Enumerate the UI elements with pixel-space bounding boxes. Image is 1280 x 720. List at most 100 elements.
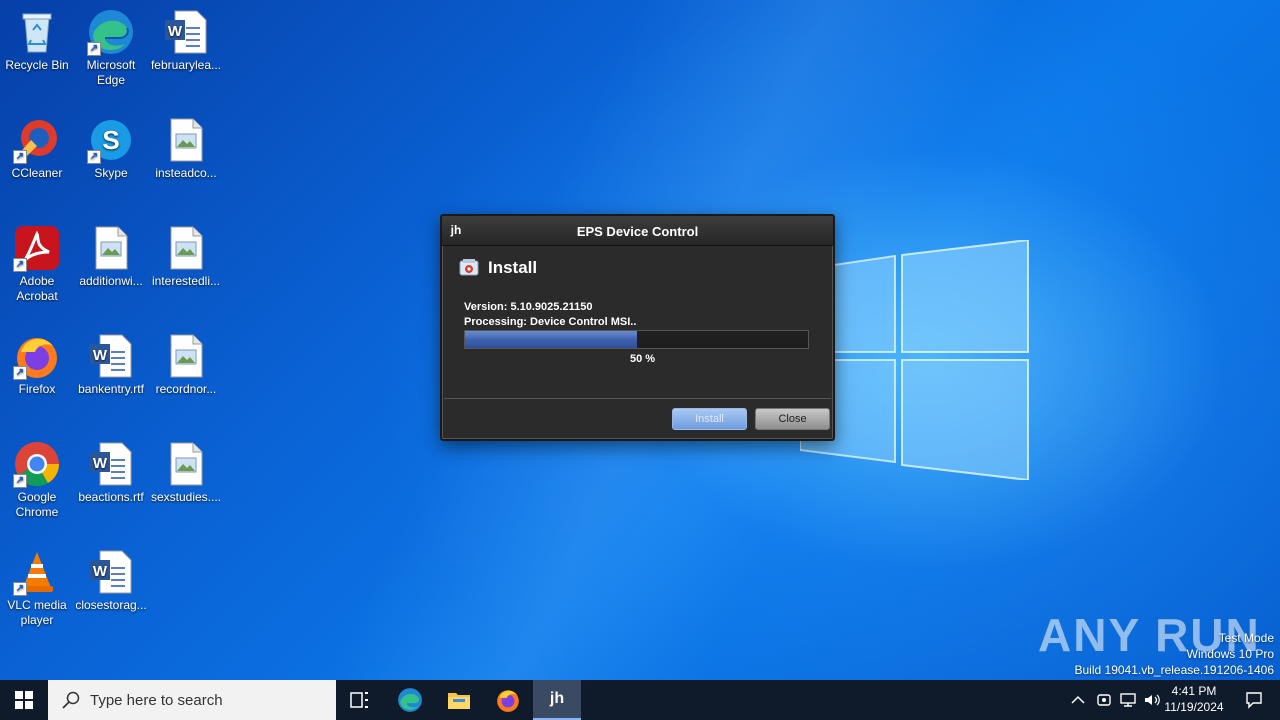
clock-time: 4:41 PM [1171, 684, 1217, 698]
desktop-icon-label: additionwi... [79, 274, 143, 288]
progress-percent: 50 % [629, 353, 656, 365]
desktop-icon-bankentry[interactable]: W bankentry.rtf [74, 332, 148, 397]
notification-center-button[interactable] [1234, 680, 1274, 720]
desktop-icon-label: closestorag... [75, 598, 147, 612]
desktop-icon-label: Skype [94, 166, 128, 180]
desktop-icon-label: recordnor... [155, 382, 217, 396]
desktop-icon-februarylea[interactable]: W februarylea... [149, 8, 223, 73]
firefox-icon: ↗ [13, 332, 61, 380]
desktop-icon-label: sexstudies.... [150, 490, 222, 504]
svg-text:W: W [168, 23, 183, 40]
install-progress-bar [464, 330, 809, 349]
jh-app-icon: jh [549, 690, 565, 707]
desktop-icon-interestedli[interactable]: interestedli... [149, 224, 223, 289]
start-button[interactable] [0, 680, 48, 720]
taskbar-file-explorer[interactable] [435, 680, 483, 720]
desktop-icon-label: beactions.rtf [78, 490, 144, 504]
desktop-icon-label: VLC media player [7, 598, 67, 627]
image-file-icon [162, 440, 210, 488]
svg-text:W: W [93, 455, 108, 472]
svg-text:S: S [102, 125, 119, 155]
taskbar-jh-app[interactable]: jh [533, 680, 581, 720]
dialog-divider [444, 398, 831, 399]
desktop-icon-sexstudies[interactable]: sexstudies.... [149, 440, 223, 505]
desktop-icon-label: bankentry.rtf [78, 382, 144, 396]
build-text: Build 19041.vb_release.191206-1406 [1074, 663, 1275, 677]
system-tray [1068, 680, 1164, 720]
close-button[interactable]: Close [755, 408, 830, 430]
installer-icon [459, 259, 479, 276]
word-doc-icon: W [87, 440, 135, 488]
desktop-icon-label: CCleaner [11, 166, 63, 180]
desktop-icon-label: Microsoft Edge [86, 58, 136, 87]
install-heading: Install [458, 256, 537, 280]
dialog-heading: Install [488, 258, 538, 277]
processing-text: Processing: Device Control MSI.. [464, 316, 637, 328]
network-icon[interactable] [1118, 692, 1140, 708]
desktop-icon-label: interestedli... [151, 274, 221, 288]
ccleaner-icon: ↗ [13, 116, 61, 164]
search-placeholder: Type here to search [90, 691, 223, 709]
svg-text:W: W [93, 563, 108, 580]
desktop-icon-label: insteadco... [155, 166, 217, 180]
image-file-icon [87, 224, 135, 272]
desktop-icon-label: Google Chrome [15, 490, 59, 519]
taskbar-search-box[interactable]: Type here to search [48, 680, 336, 720]
desktop-icon-recordnor[interactable]: recordnor... [149, 332, 223, 397]
word-doc-icon: W [87, 548, 135, 596]
edge-icon: ↗ [87, 8, 135, 56]
recycle-bin-icon [13, 8, 61, 56]
desktop-icon-insteadco[interactable]: insteadco... [149, 116, 223, 181]
desktop: Recycle Bin ↗ CCleaner ↗ Adobe Acrobat ↗… [0, 0, 1280, 680]
vlc-icon: ↗ [13, 548, 61, 596]
desktop-icon-firefox[interactable]: ↗ Firefox [0, 332, 74, 397]
taskbar: Type here to search jh 4:41 PM 11/19/202… [0, 680, 1280, 720]
notification-icon [1246, 692, 1262, 709]
word-doc-icon: W [87, 332, 135, 380]
desktop-icon-label: Firefox [18, 382, 56, 396]
meet-now-icon[interactable] [1094, 692, 1116, 708]
task-view-button[interactable] [336, 680, 384, 720]
clock-date: 11/19/2024 [1164, 700, 1224, 714]
desktop-icon-additionwi[interactable]: additionwi... [74, 224, 148, 289]
chevron-up-icon[interactable] [1068, 692, 1088, 708]
dialog-title: EPS Device Control [576, 224, 699, 239]
desktop-icon-microsoft-edge[interactable]: ↗ Microsoft Edge [74, 8, 148, 88]
progress-fill [465, 331, 637, 348]
desktop-icon-skype[interactable]: S ↗ Skype [74, 116, 148, 181]
desktop-icon-adobe-acrobat[interactable]: ↗ Adobe Acrobat [0, 224, 74, 304]
desktop-icon-label: februarylea... [150, 58, 222, 72]
dialog-titlebar[interactable]: jh EPS Device Control [442, 216, 833, 246]
desktop-icon-ccleaner[interactable]: ↗ CCleaner [0, 116, 74, 181]
task-view-icon [350, 692, 368, 708]
os-watermark: Test Mode Windows 10 Pro Build 19041.vb_… [1075, 630, 1275, 678]
taskbar-clock[interactable]: 4:41 PM 11/19/2024 [1160, 683, 1228, 715]
desktop-icon-recycle-bin[interactable]: Recycle Bin [0, 8, 74, 73]
word-doc-icon: W [162, 8, 210, 56]
image-file-icon [162, 116, 210, 164]
test-mode-text: Test Mode [1218, 631, 1274, 645]
chrome-icon: ↗ [13, 440, 61, 488]
taskbar-edge[interactable] [386, 680, 434, 720]
edge-icon [398, 688, 422, 712]
desktop-icon-label: Adobe Acrobat [16, 274, 58, 303]
image-file-icon [162, 332, 210, 380]
svg-text:W: W [93, 347, 108, 364]
search-icon [62, 691, 80, 709]
windows-start-icon [15, 691, 33, 709]
taskbar-firefox[interactable] [484, 680, 532, 720]
desktop-icon-vlc[interactable]: ↗ VLC media player [0, 548, 74, 628]
desktop-icon-beactions[interactable]: W beactions.rtf [74, 440, 148, 505]
image-file-icon [162, 224, 210, 272]
eps-device-control-dialog: jh EPS Device Control Install Version: 5… [440, 214, 835, 441]
acrobat-icon: ↗ [13, 224, 61, 272]
version-text: Version: 5.10.9025.21150 [464, 301, 593, 313]
install-button[interactable]: Install [672, 408, 747, 430]
edition-text: Windows 10 Pro [1186, 647, 1274, 661]
install-info: Version: 5.10.9025.21150 Processing: Dev… [464, 300, 636, 330]
desktop-icon-google-chrome[interactable]: ↗ Google Chrome [0, 440, 74, 520]
desktop-icon-label: Recycle Bin [5, 58, 69, 72]
skype-icon: S ↗ [87, 116, 135, 164]
file-explorer-icon [448, 693, 470, 709]
desktop-icon-closestorag[interactable]: W closestorag... [74, 548, 148, 613]
